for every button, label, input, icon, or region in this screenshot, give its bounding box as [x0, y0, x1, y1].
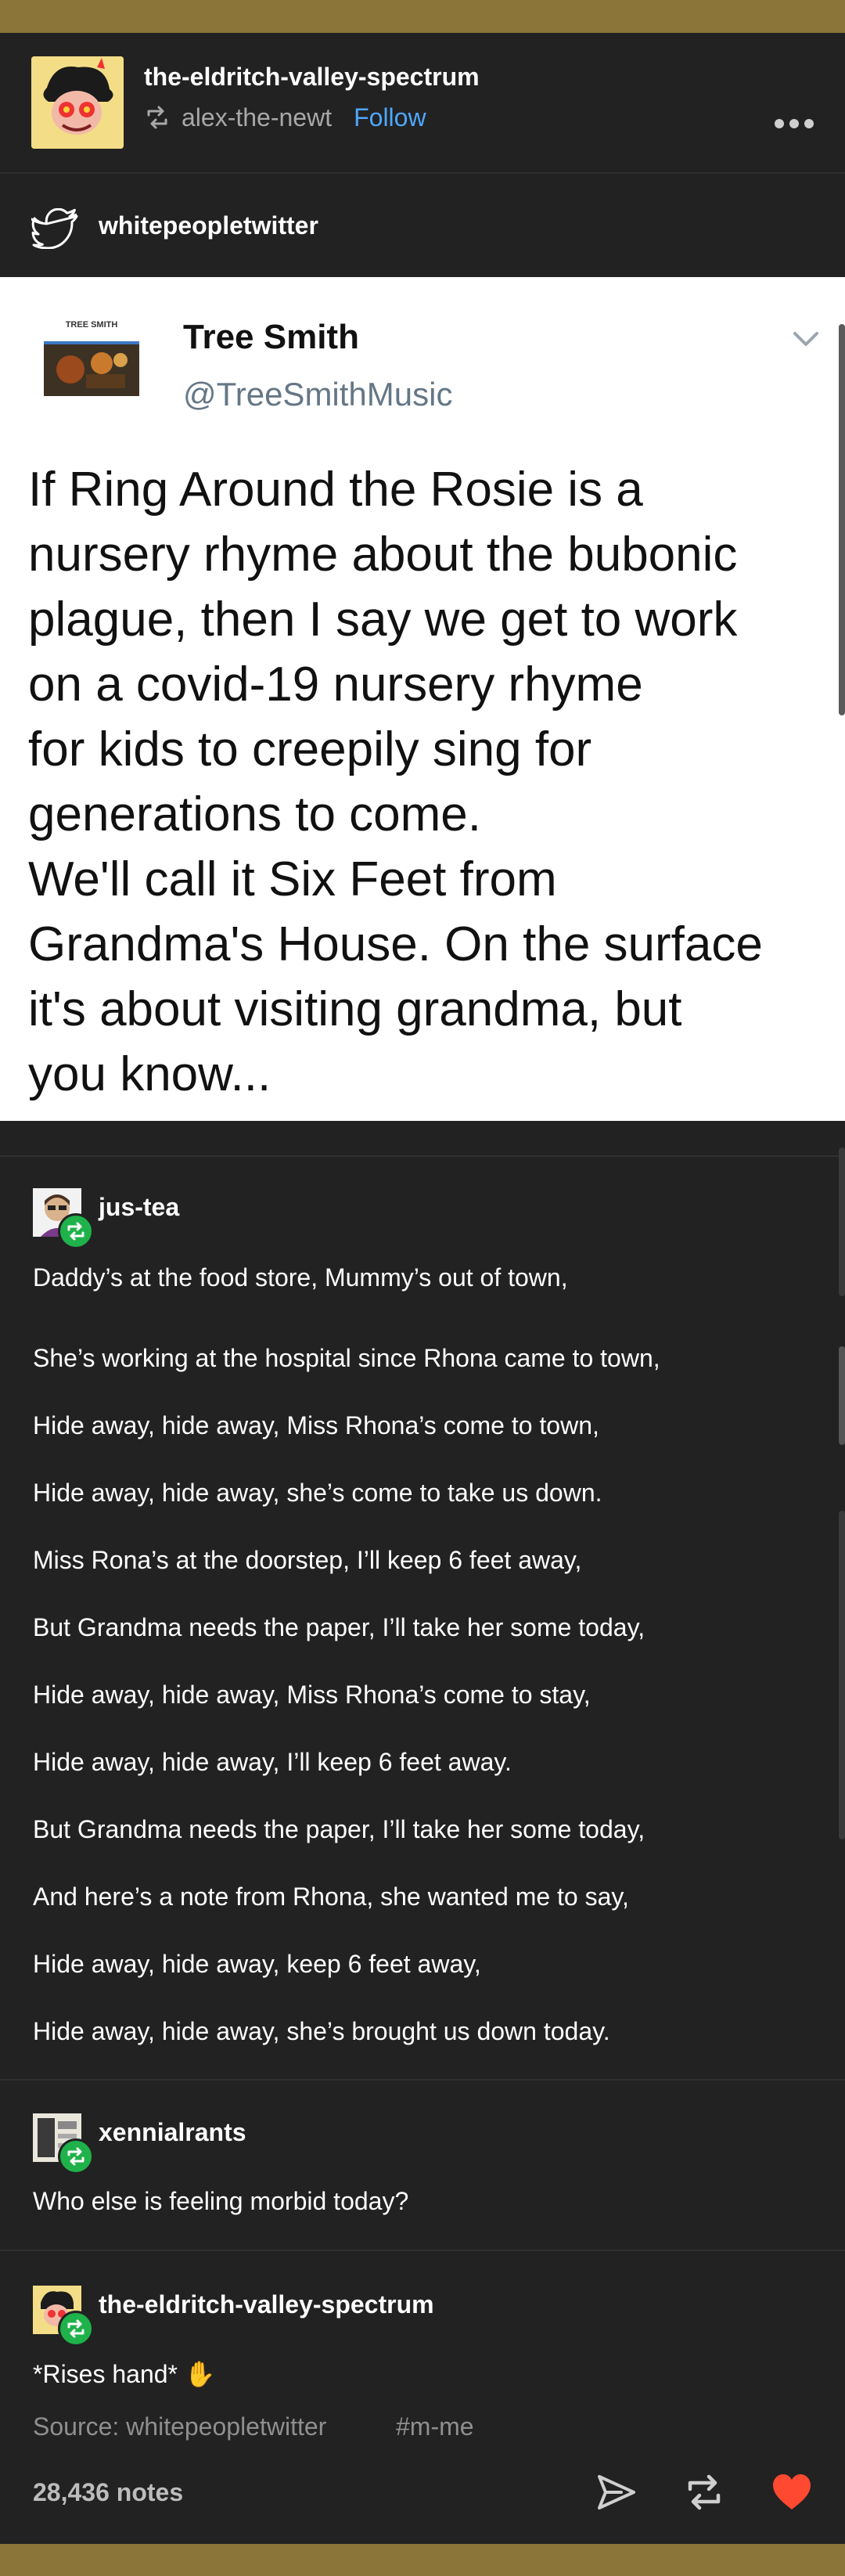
- trail-text-line: But Grandma needs the paper, I’ll take h…: [33, 1815, 645, 1843]
- bottom-frame: [0, 2544, 845, 2576]
- trail-text-line: But Grandma needs the paper, I’ll take h…: [33, 1613, 645, 1641]
- top-frame: [0, 0, 845, 33]
- reblog-badge-icon: [58, 2311, 94, 2347]
- reblog-attribution: alex-the-newt Follow: [144, 102, 426, 133]
- trail-text-line: Miss Rona’s at the doorstep, I’ll keep 6…: [33, 1546, 582, 1574]
- notes-count[interactable]: 28,436 notes: [33, 2478, 183, 2507]
- follow-button[interactable]: Follow: [354, 103, 426, 132]
- trail-text-line: Hide away, hide away, Miss Rhona’s come …: [33, 1411, 599, 1439]
- side-scrollbar[interactable]: [839, 1147, 845, 1296]
- tweet-avatar-caption: TREE SMITH: [66, 320, 118, 330]
- heart-icon[interactable]: [770, 2470, 814, 2514]
- blog-avatar[interactable]: [31, 56, 124, 149]
- trail-divider: [0, 2250, 845, 2251]
- trail-divider: [0, 2079, 845, 2081]
- chevron-down-icon[interactable]: [790, 329, 822, 349]
- trail-text-line: Hide away, hide away, she’s come to take…: [33, 1479, 602, 1507]
- reblog-badge-icon: [58, 2138, 94, 2174]
- more-options-icon[interactable]: [775, 119, 814, 130]
- trail-text-line: Daddy’s at the food store, Mummy’s out o…: [33, 1263, 568, 1292]
- reblog-icon: [147, 106, 167, 129]
- trail-username[interactable]: jus-tea: [99, 1193, 179, 1222]
- trail-divider: [0, 1155, 845, 1157]
- trail-text-line: Hide away, hide away, I’ll keep 6 feet a…: [33, 1748, 512, 1776]
- post-tag[interactable]: #m-me: [396, 2412, 474, 2441]
- trail-text-line: She’s working at the hospital since Rhon…: [33, 1344, 660, 1372]
- blog-name[interactable]: the-eldritch-valley-spectrum: [144, 63, 480, 92]
- trail-username[interactable]: xennialrants: [99, 2118, 246, 2147]
- trail-text-line: Hide away, hide away, she’s brought us d…: [33, 2017, 610, 2045]
- trail-text-line: Hide away, hide away, Miss Rhona’s come …: [33, 1681, 591, 1709]
- tweet-author-avatar[interactable]: TREE SMITH: [39, 315, 144, 401]
- side-scrollbar[interactable]: [839, 1511, 845, 1839]
- trail-text-line: Who else is feeling morbid today?: [33, 2187, 409, 2215]
- trail-text-line: *Rises hand* ✋: [33, 2360, 216, 2388]
- tweet-text: If Ring Around the Rosie is a nursery rh…: [28, 463, 763, 1101]
- trail-username[interactable]: the-eldritch-valley-spectrum: [99, 2290, 434, 2319]
- tweet-author-handle[interactable]: @TreeSmithMusic: [183, 376, 452, 413]
- twitter-bird-icon: [31, 208, 78, 249]
- tweet-scrollbar[interactable]: [839, 324, 845, 715]
- trail-text-line: Hide away, hide away, keep 6 feet away,: [33, 1950, 481, 1978]
- reblog-badge-icon: [58, 1213, 94, 1249]
- tweet-author-name[interactable]: Tree Smith: [183, 318, 359, 357]
- source-attribution[interactable]: Source: whitepeopletwitter: [33, 2412, 326, 2441]
- post-header: the-eldritch-valley-spectrum alex-the-ne…: [0, 33, 845, 174]
- source-bar[interactable]: whitepeopletwitter: [0, 174, 845, 277]
- reblogged-from-user[interactable]: alex-the-newt: [182, 103, 332, 132]
- reblog-icon[interactable]: [682, 2470, 726, 2514]
- tweet-card: TREE SMITH Tree Smith @TreeSmithMusic If…: [0, 277, 845, 1121]
- source-name[interactable]: whitepeopletwitter: [99, 211, 318, 240]
- trail-text-line: And here’s a note from Rhona, she wanted…: [33, 1882, 629, 1911]
- side-scrollbar-thumb[interactable]: [839, 1346, 845, 1445]
- share-icon[interactable]: [595, 2470, 638, 2514]
